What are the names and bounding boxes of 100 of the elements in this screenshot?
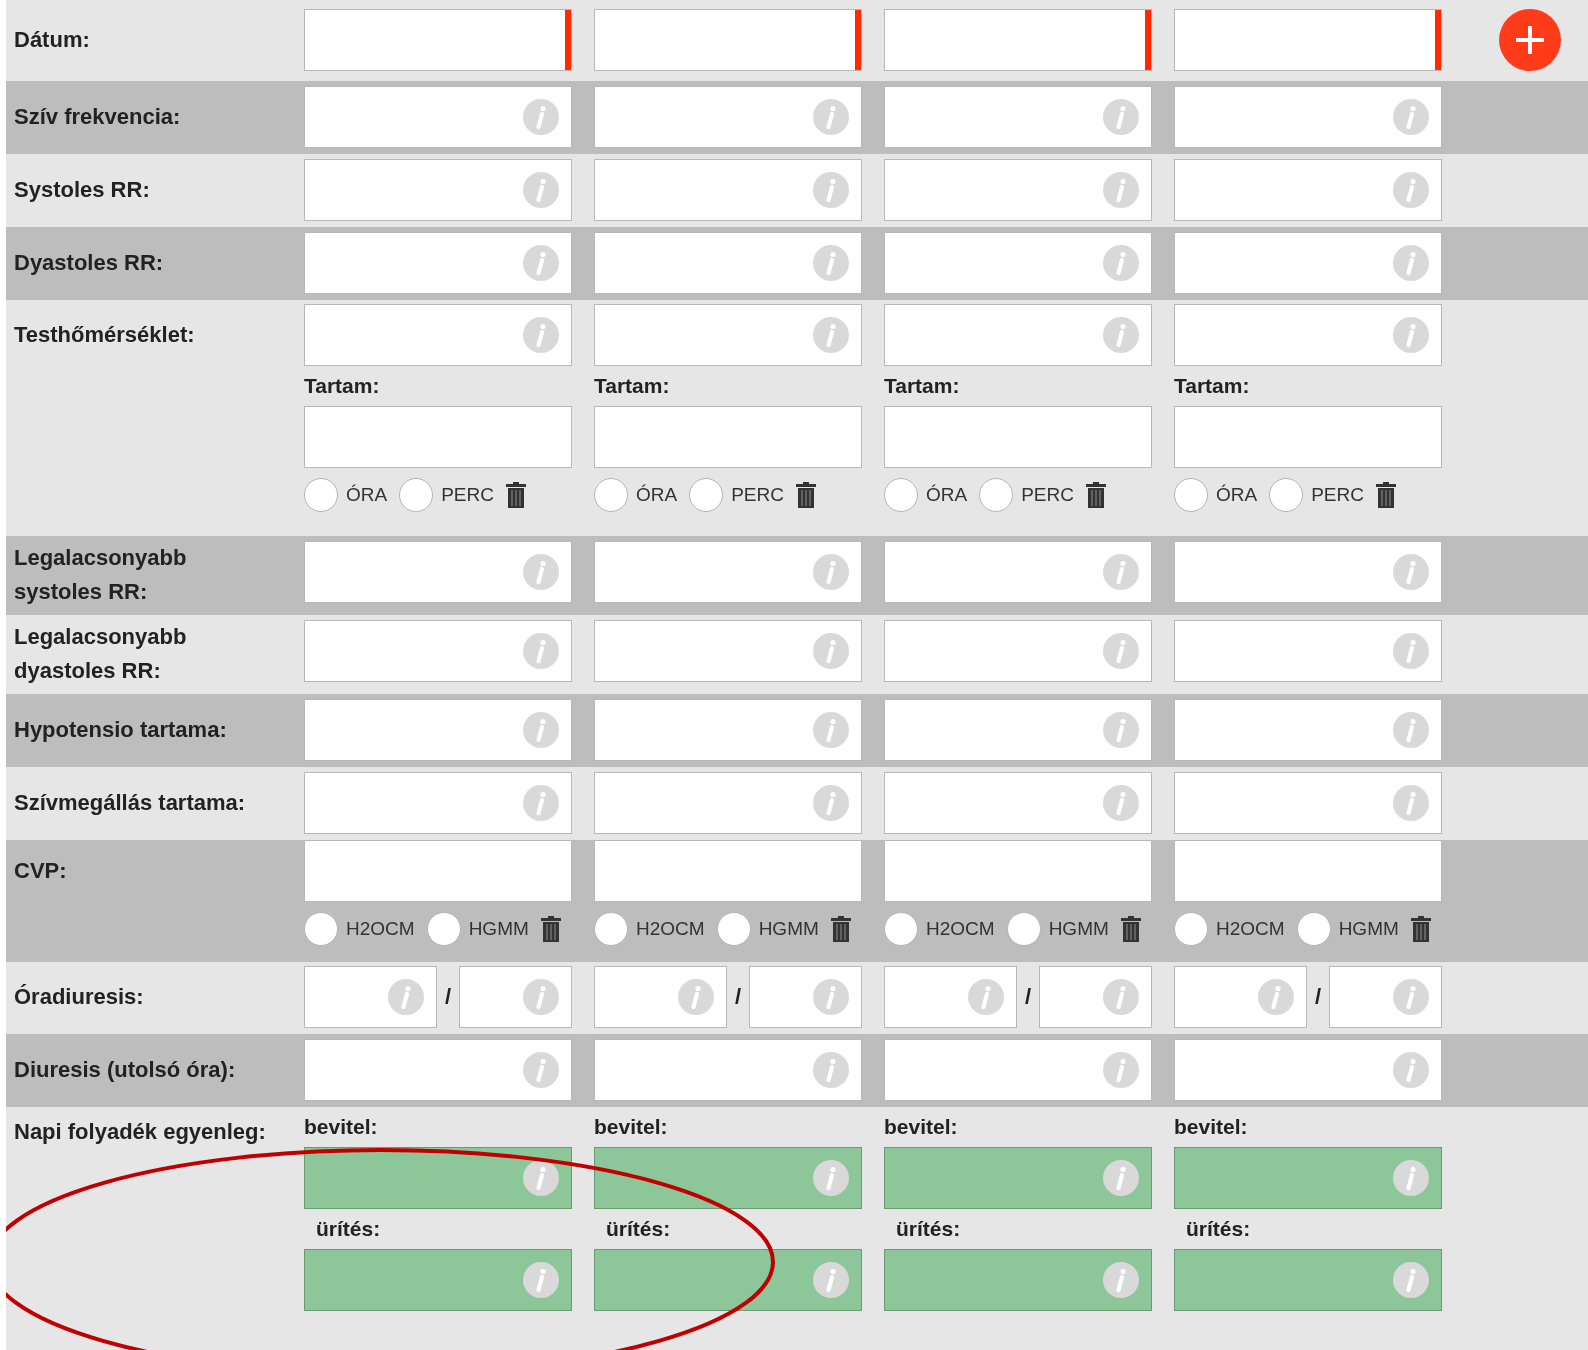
radio-button[interactable] (1296, 912, 1331, 946)
input-field[interactable] (304, 86, 572, 148)
radio-button[interactable] (594, 478, 628, 512)
radio-label: PERC (731, 484, 784, 506)
radio-button[interactable] (426, 912, 461, 946)
input-field[interactable] (884, 1249, 1152, 1311)
radio-button[interactable] (304, 912, 338, 946)
input-field[interactable] (594, 1249, 862, 1311)
input-field[interactable] (1174, 966, 1307, 1028)
input-field[interactable] (459, 966, 572, 1028)
trash-icon[interactable] (540, 916, 561, 942)
trash-icon[interactable] (830, 916, 851, 942)
input-field[interactable] (884, 9, 1152, 71)
input-field[interactable] (884, 620, 1152, 682)
field-label: Tartam: (304, 374, 380, 398)
input-field[interactable] (304, 1147, 572, 1209)
input-field[interactable] (884, 86, 1152, 148)
input-field[interactable] (594, 699, 862, 761)
row-label: Dátum: (14, 26, 90, 54)
input-field[interactable] (749, 966, 862, 1028)
radio-button[interactable] (689, 478, 724, 512)
input-field[interactable] (304, 541, 572, 603)
radio-button[interactable] (304, 478, 338, 512)
radio-button[interactable] (399, 478, 434, 512)
input-field[interactable] (594, 9, 862, 71)
input-field[interactable] (304, 699, 572, 761)
radio-button[interactable] (1269, 478, 1304, 512)
radio-button[interactable] (716, 912, 751, 946)
input-field[interactable] (594, 159, 862, 221)
input-field[interactable] (304, 1039, 572, 1101)
input-field[interactable] (594, 1147, 862, 1209)
radio-button[interactable] (884, 912, 918, 946)
trash-icon[interactable] (506, 482, 526, 508)
input-field[interactable] (304, 840, 572, 902)
input-field[interactable] (1174, 620, 1442, 682)
input-field[interactable] (1174, 541, 1442, 603)
input-field[interactable] (884, 1147, 1152, 1209)
input-field[interactable] (594, 304, 862, 366)
row-label: Szív frekvencia: (14, 103, 181, 131)
row-label: Óradiuresis: (14, 983, 144, 1011)
trash-icon[interactable] (1120, 916, 1141, 942)
input-field[interactable] (884, 966, 1017, 1028)
radio-button[interactable] (979, 478, 1014, 512)
radio-button[interactable] (1006, 912, 1041, 946)
trash-icon[interactable] (1086, 482, 1106, 508)
row-label: Systoles RR: (14, 176, 150, 204)
radio-button[interactable] (884, 478, 918, 512)
input-field[interactable] (304, 1249, 572, 1311)
input-field[interactable] (304, 159, 572, 221)
input-field[interactable] (884, 304, 1152, 366)
input-field[interactable] (594, 86, 862, 148)
input-field[interactable] (1174, 1039, 1442, 1101)
input-field[interactable] (1174, 772, 1442, 834)
input-field[interactable] (304, 9, 572, 71)
input-field[interactable] (1174, 159, 1442, 221)
input-field[interactable] (304, 772, 572, 834)
input-field[interactable] (1039, 966, 1152, 1028)
input-field[interactable] (594, 840, 862, 902)
field-label: Tartam: (594, 374, 670, 398)
radio-button[interactable] (1174, 478, 1208, 512)
trash-icon[interactable] (1410, 916, 1431, 942)
input-field[interactable] (884, 541, 1152, 603)
input-field[interactable] (594, 966, 727, 1028)
input-field[interactable] (304, 304, 572, 366)
input-field[interactable] (594, 620, 862, 682)
input-field[interactable] (594, 541, 862, 603)
input-field[interactable] (304, 232, 572, 294)
input-field[interactable] (1174, 1147, 1442, 1209)
input-field[interactable] (594, 406, 862, 468)
trash-icon[interactable] (1376, 482, 1396, 508)
input-field[interactable] (1174, 9, 1442, 71)
input-field[interactable] (304, 620, 572, 682)
input-field[interactable] (594, 232, 862, 294)
input-field[interactable] (1174, 699, 1442, 761)
row-label: Hypotensio tartama: (14, 716, 227, 744)
input-field[interactable] (884, 840, 1152, 902)
input-field[interactable] (304, 406, 572, 468)
row-label: Napi folyadék egyenleg: (14, 1118, 266, 1146)
input-field[interactable] (884, 1039, 1152, 1101)
radio-label: PERC (441, 484, 494, 506)
input-field[interactable] (1174, 1249, 1442, 1311)
input-field[interactable] (884, 406, 1152, 468)
input-field[interactable] (884, 159, 1152, 221)
input-field[interactable] (1174, 304, 1442, 366)
input-field[interactable] (884, 699, 1152, 761)
field-label: bevitel: (1174, 1115, 1248, 1139)
info-icon[interactable] (523, 1160, 559, 1196)
input-field[interactable] (884, 232, 1152, 294)
input-field[interactable] (304, 966, 437, 1028)
radio-button[interactable] (1174, 912, 1208, 946)
input-field[interactable] (1174, 232, 1442, 294)
input-field[interactable] (1174, 406, 1442, 468)
input-field[interactable] (1329, 966, 1442, 1028)
input-field[interactable] (1174, 840, 1442, 902)
input-field[interactable] (1174, 86, 1442, 148)
radio-button[interactable] (594, 912, 628, 946)
trash-icon[interactable] (796, 482, 816, 508)
input-field[interactable] (594, 1039, 862, 1101)
input-field[interactable] (594, 772, 862, 834)
input-field[interactable] (884, 772, 1152, 834)
